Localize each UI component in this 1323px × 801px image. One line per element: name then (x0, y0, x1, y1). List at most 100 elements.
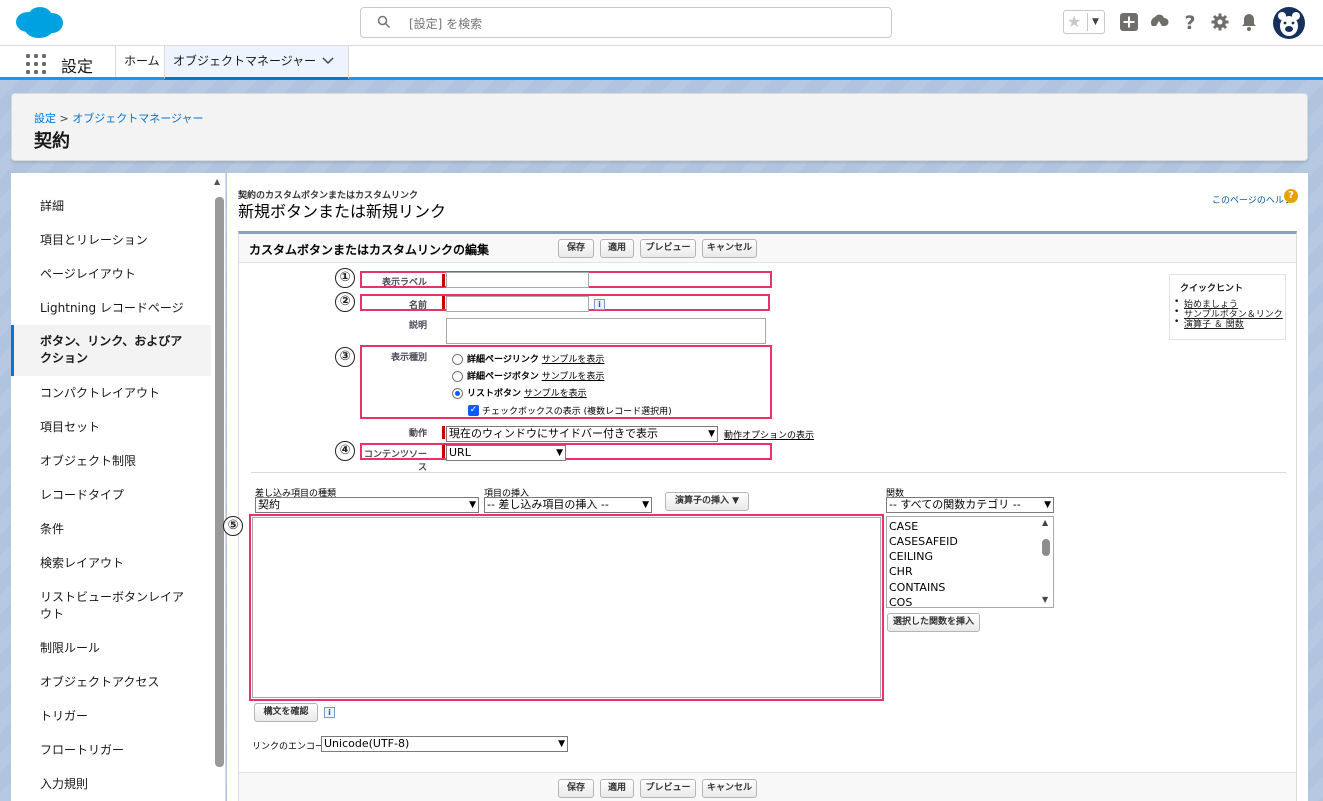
function-list[interactable]: CASE CASESAFEID CEILING CHR CONTAINS COS… (886, 516, 1054, 609)
tab-home-label: ホーム (124, 54, 160, 68)
function-option[interactable]: CASESAFEID (889, 535, 958, 548)
sidebar-item-fields[interactable]: 項目とリレーション (11, 232, 211, 249)
save-button[interactable]: 保存 (558, 239, 594, 258)
salesforce-cloud-icon[interactable] (12, 4, 64, 42)
scroll-up-arrow-icon[interactable]: ▲ (1042, 518, 1048, 527)
info-icon[interactable]: i (324, 707, 335, 718)
help-link[interactable]: このページのヘルプ ? (1212, 189, 1298, 206)
block-footer: 保存 適用 プレビュー キャンセル (239, 772, 1296, 801)
sidebar-item-flow-triggers[interactable]: フロートリガー (11, 742, 211, 759)
sidebar-item-validation-rules[interactable]: 入力規則 (11, 776, 211, 793)
help-icon[interactable]: ? (1182, 12, 1198, 32)
hint-link-operators[interactable]: 演算子 ＆ 関数 (1174, 317, 1244, 330)
name-field-label: 名前 (408, 301, 427, 311)
app-launcher-icon[interactable] (26, 54, 46, 74)
marker-1: ① (335, 268, 355, 288)
breadcrumb-root-link[interactable]: 設定 (34, 112, 56, 125)
scroll-down-arrow-icon[interactable]: ▼ (1042, 595, 1048, 604)
name-input[interactable] (446, 296, 589, 312)
cancel-button-bottom[interactable]: キャンセル (702, 779, 757, 798)
sidebar-item-object-access[interactable]: オブジェクトアクセス (11, 674, 211, 691)
radio-detail-page-link[interactable] (452, 354, 463, 365)
sidebar-item-search-layouts[interactable]: 検索レイアウト (11, 555, 211, 572)
trailhead-icon[interactable] (1149, 12, 1169, 32)
avatar[interactable] (1273, 7, 1305, 39)
radio-detail-page-button[interactable] (452, 371, 463, 382)
sidebar-item-label: リストビューボタンレイア (40, 590, 185, 604)
chevron-down-icon[interactable] (322, 57, 334, 65)
apply-button[interactable]: 適用 (600, 239, 634, 258)
gear-icon[interactable] (1211, 13, 1229, 31)
function-option[interactable]: CHR (889, 565, 913, 578)
behavior-value: 現在のウィンドウにサイドバー付きで表示 (449, 427, 658, 440)
function-option[interactable]: COS (889, 596, 912, 609)
show-sample-link[interactable]: サンプルを表示 (542, 355, 605, 365)
sidebar-item-page-layouts[interactable]: ページレイアウト (11, 266, 211, 283)
encoding-select[interactable]: Unicode(UTF-8) ▼ (321, 736, 568, 752)
function-category-select[interactable]: -- すべての関数カテゴリ -- ▼ (886, 497, 1054, 513)
cancel-button[interactable]: キャンセル (702, 239, 757, 258)
function-list-scrollbar[interactable]: ▲ ▼ (1039, 517, 1053, 607)
function-option[interactable]: CEILING (889, 550, 933, 563)
merge-type-select[interactable]: 契約 ▼ (255, 497, 479, 513)
required-indicator (442, 445, 445, 458)
sidebar-item-conditions[interactable]: 条件 (11, 521, 211, 538)
preview-button[interactable]: プレビュー (640, 239, 696, 258)
show-sample-link[interactable]: サンプルを表示 (542, 372, 605, 382)
insert-function-button[interactable]: 選択した関数を挿入 (887, 613, 980, 632)
sidebar-item-triggers[interactable]: トリガー (11, 708, 211, 725)
description-textarea[interactable] (446, 318, 766, 344)
help-circle-icon: ? (1284, 189, 1298, 203)
insert-field-value: -- 差し込み項目の挿入 -- (487, 498, 609, 511)
sidebar-item-list-view-button-layout[interactable]: リストビューボタンレイア ウト (11, 589, 211, 623)
insert-operator-button[interactable]: 演算子の挿入 ▼ (665, 492, 749, 511)
sidebar-item-field-sets[interactable]: 項目セット (11, 419, 211, 436)
behavior-select[interactable]: 現在のウィンドウにサイドバー付きで表示 ▼ (446, 426, 718, 442)
add-icon[interactable] (1120, 13, 1138, 31)
insert-field-select[interactable]: -- 差し込み項目の挿入 -- ▼ (484, 497, 652, 513)
help-link-label: このページのヘルプ (1212, 196, 1293, 206)
tab-object-manager[interactable]: オブジェクトマネージャー (164, 46, 349, 80)
scroll-up-arrow-icon[interactable]: ▲ (214, 177, 220, 186)
scrollbar-thumb[interactable] (1042, 539, 1050, 556)
apply-button-bottom[interactable]: 適用 (600, 779, 634, 798)
edit-block: カスタムボタンまたはカスタムリンクの編集 保存 適用 プレビュー キャンセル ①… (223, 231, 1297, 801)
sidebar-item-restriction-rules[interactable]: 制限ルール (11, 640, 211, 657)
favorites-button[interactable]: ★ ▼ (1063, 10, 1105, 34)
svg-text:?: ? (1184, 12, 1195, 32)
checkbox-label: チェックボックスの表示 (複数レコード選択用) (482, 407, 672, 417)
tab-home[interactable]: ホーム (115, 46, 168, 77)
preview-button-bottom[interactable]: プレビュー (640, 779, 696, 798)
formula-textarea[interactable] (252, 517, 881, 698)
sidebar-item-lightning-pages[interactable]: Lightning レコードページ (11, 300, 211, 317)
global-search-input[interactable]: [設定] を検索 (360, 7, 892, 38)
check-syntax-button[interactable]: 構文を確認 (254, 703, 318, 722)
behavior-label: 動作 (408, 429, 427, 439)
show-sample-link[interactable]: サンプルを表示 (524, 389, 587, 399)
detail-page-button-option: 詳細ページボタン サンプルを表示 (467, 369, 604, 382)
bell-icon[interactable] (1240, 12, 1258, 32)
sidebar-item-buttons-links-actions[interactable]: ボタン、リンク、およびア クション (11, 325, 211, 376)
sidebar-item-compact-layouts[interactable]: コンパクトレイアウト (11, 385, 211, 402)
save-button-bottom[interactable]: 保存 (558, 779, 594, 798)
sidebar-item-record-types[interactable]: レコードタイプ (11, 487, 211, 504)
checkbox-multi-record-select[interactable]: ✓ (468, 405, 479, 416)
chevron-down-icon[interactable]: ▼ (1087, 13, 1103, 31)
breadcrumb-current-link[interactable]: オブジェクトマネージャー (72, 112, 203, 125)
behavior-options-link[interactable]: 動作オプションの表示 (724, 428, 814, 441)
sidebar-item-label: クション (40, 351, 89, 365)
sidebar-item-object-limits[interactable]: オブジェクト制限 (11, 453, 211, 470)
search-icon (377, 15, 391, 29)
sidebar-item-details[interactable]: 詳細 (11, 198, 211, 215)
label-input[interactable] (446, 272, 589, 288)
search-placeholder: [設定] を検索 (409, 17, 483, 31)
star-icon[interactable]: ★ (1067, 12, 1081, 31)
sidebar-scrollbar[interactable]: ▲ (214, 177, 224, 797)
info-icon[interactable]: i (594, 299, 605, 310)
description-label: 説明 (408, 321, 427, 331)
radio-list-button[interactable] (452, 388, 463, 399)
function-option[interactable]: CONTAINS (889, 581, 945, 594)
function-option[interactable]: CASE (889, 520, 918, 533)
content-source-select[interactable]: URL ▼ (446, 445, 566, 461)
scrollbar-thumb[interactable] (215, 197, 224, 767)
